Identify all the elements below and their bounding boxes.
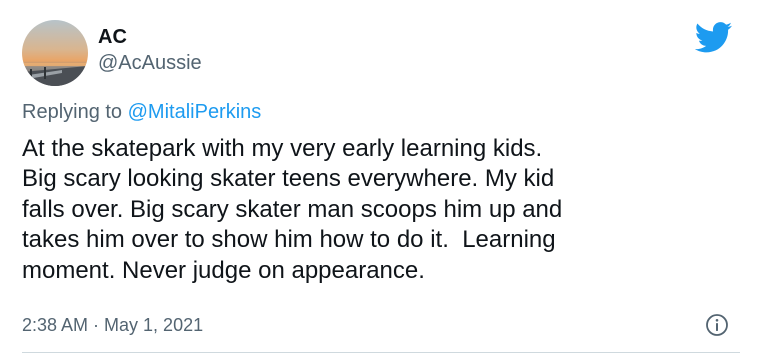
author-display-name[interactable]: AC: [98, 25, 127, 49]
author-handle[interactable]: @AcAussie: [98, 51, 202, 75]
tweet-timestamp[interactable]: 2:38 AM · May 1, 2021: [22, 313, 203, 337]
twitter-bird-icon[interactable]: [695, 22, 733, 53]
tweet-card: AC @AcAussie Replying to @MitaliPerkins …: [0, 0, 758, 358]
reply-context: Replying to @MitaliPerkins: [22, 99, 261, 125]
info-icon[interactable]: [705, 313, 729, 337]
avatar-photo: [22, 20, 88, 86]
tweet-text: At the skatepark with my very early lear…: [22, 135, 563, 284]
reply-to-handle-link[interactable]: @MitaliPerkins: [128, 101, 262, 123]
avatar[interactable]: [22, 20, 88, 86]
divider: [22, 352, 740, 353]
reply-prefix: Replying to: [22, 101, 128, 123]
